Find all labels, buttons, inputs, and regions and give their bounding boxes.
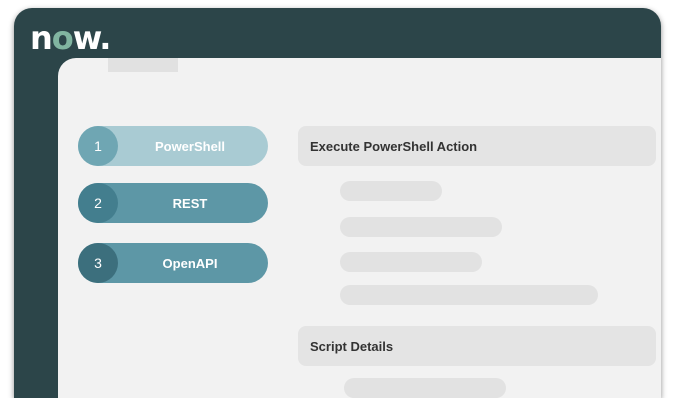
section-header-execute-action[interactable]: Execute PowerShell Action xyxy=(298,126,656,166)
step-label: REST xyxy=(172,195,208,211)
app-window: now. 1 PowerShell 2 REST 3 OpenAPI Execu… xyxy=(14,8,661,398)
section-header-script-details[interactable]: Script Details xyxy=(298,326,656,366)
placeholder-field xyxy=(340,217,502,237)
step-label: OpenAPI xyxy=(162,255,218,271)
step-label: PowerShell xyxy=(154,138,226,154)
step-openapi[interactable]: 3 OpenAPI xyxy=(78,243,268,283)
step-rest[interactable]: 2 REST xyxy=(78,183,268,223)
placeholder-field xyxy=(340,285,598,305)
step-number-badge: 2 xyxy=(78,183,118,223)
placeholder-field xyxy=(340,252,482,272)
tab-placeholder xyxy=(108,58,178,72)
step-powershell[interactable]: 1 PowerShell xyxy=(78,126,268,166)
placeholder-field xyxy=(340,181,442,201)
servicenow-logo: now. xyxy=(30,19,111,57)
step-number-badge: 1 xyxy=(78,126,118,166)
placeholder-field xyxy=(344,378,506,398)
step-number-badge: 3 xyxy=(78,243,118,283)
content-panel: 1 PowerShell 2 REST 3 OpenAPI Execute Po… xyxy=(58,58,661,398)
